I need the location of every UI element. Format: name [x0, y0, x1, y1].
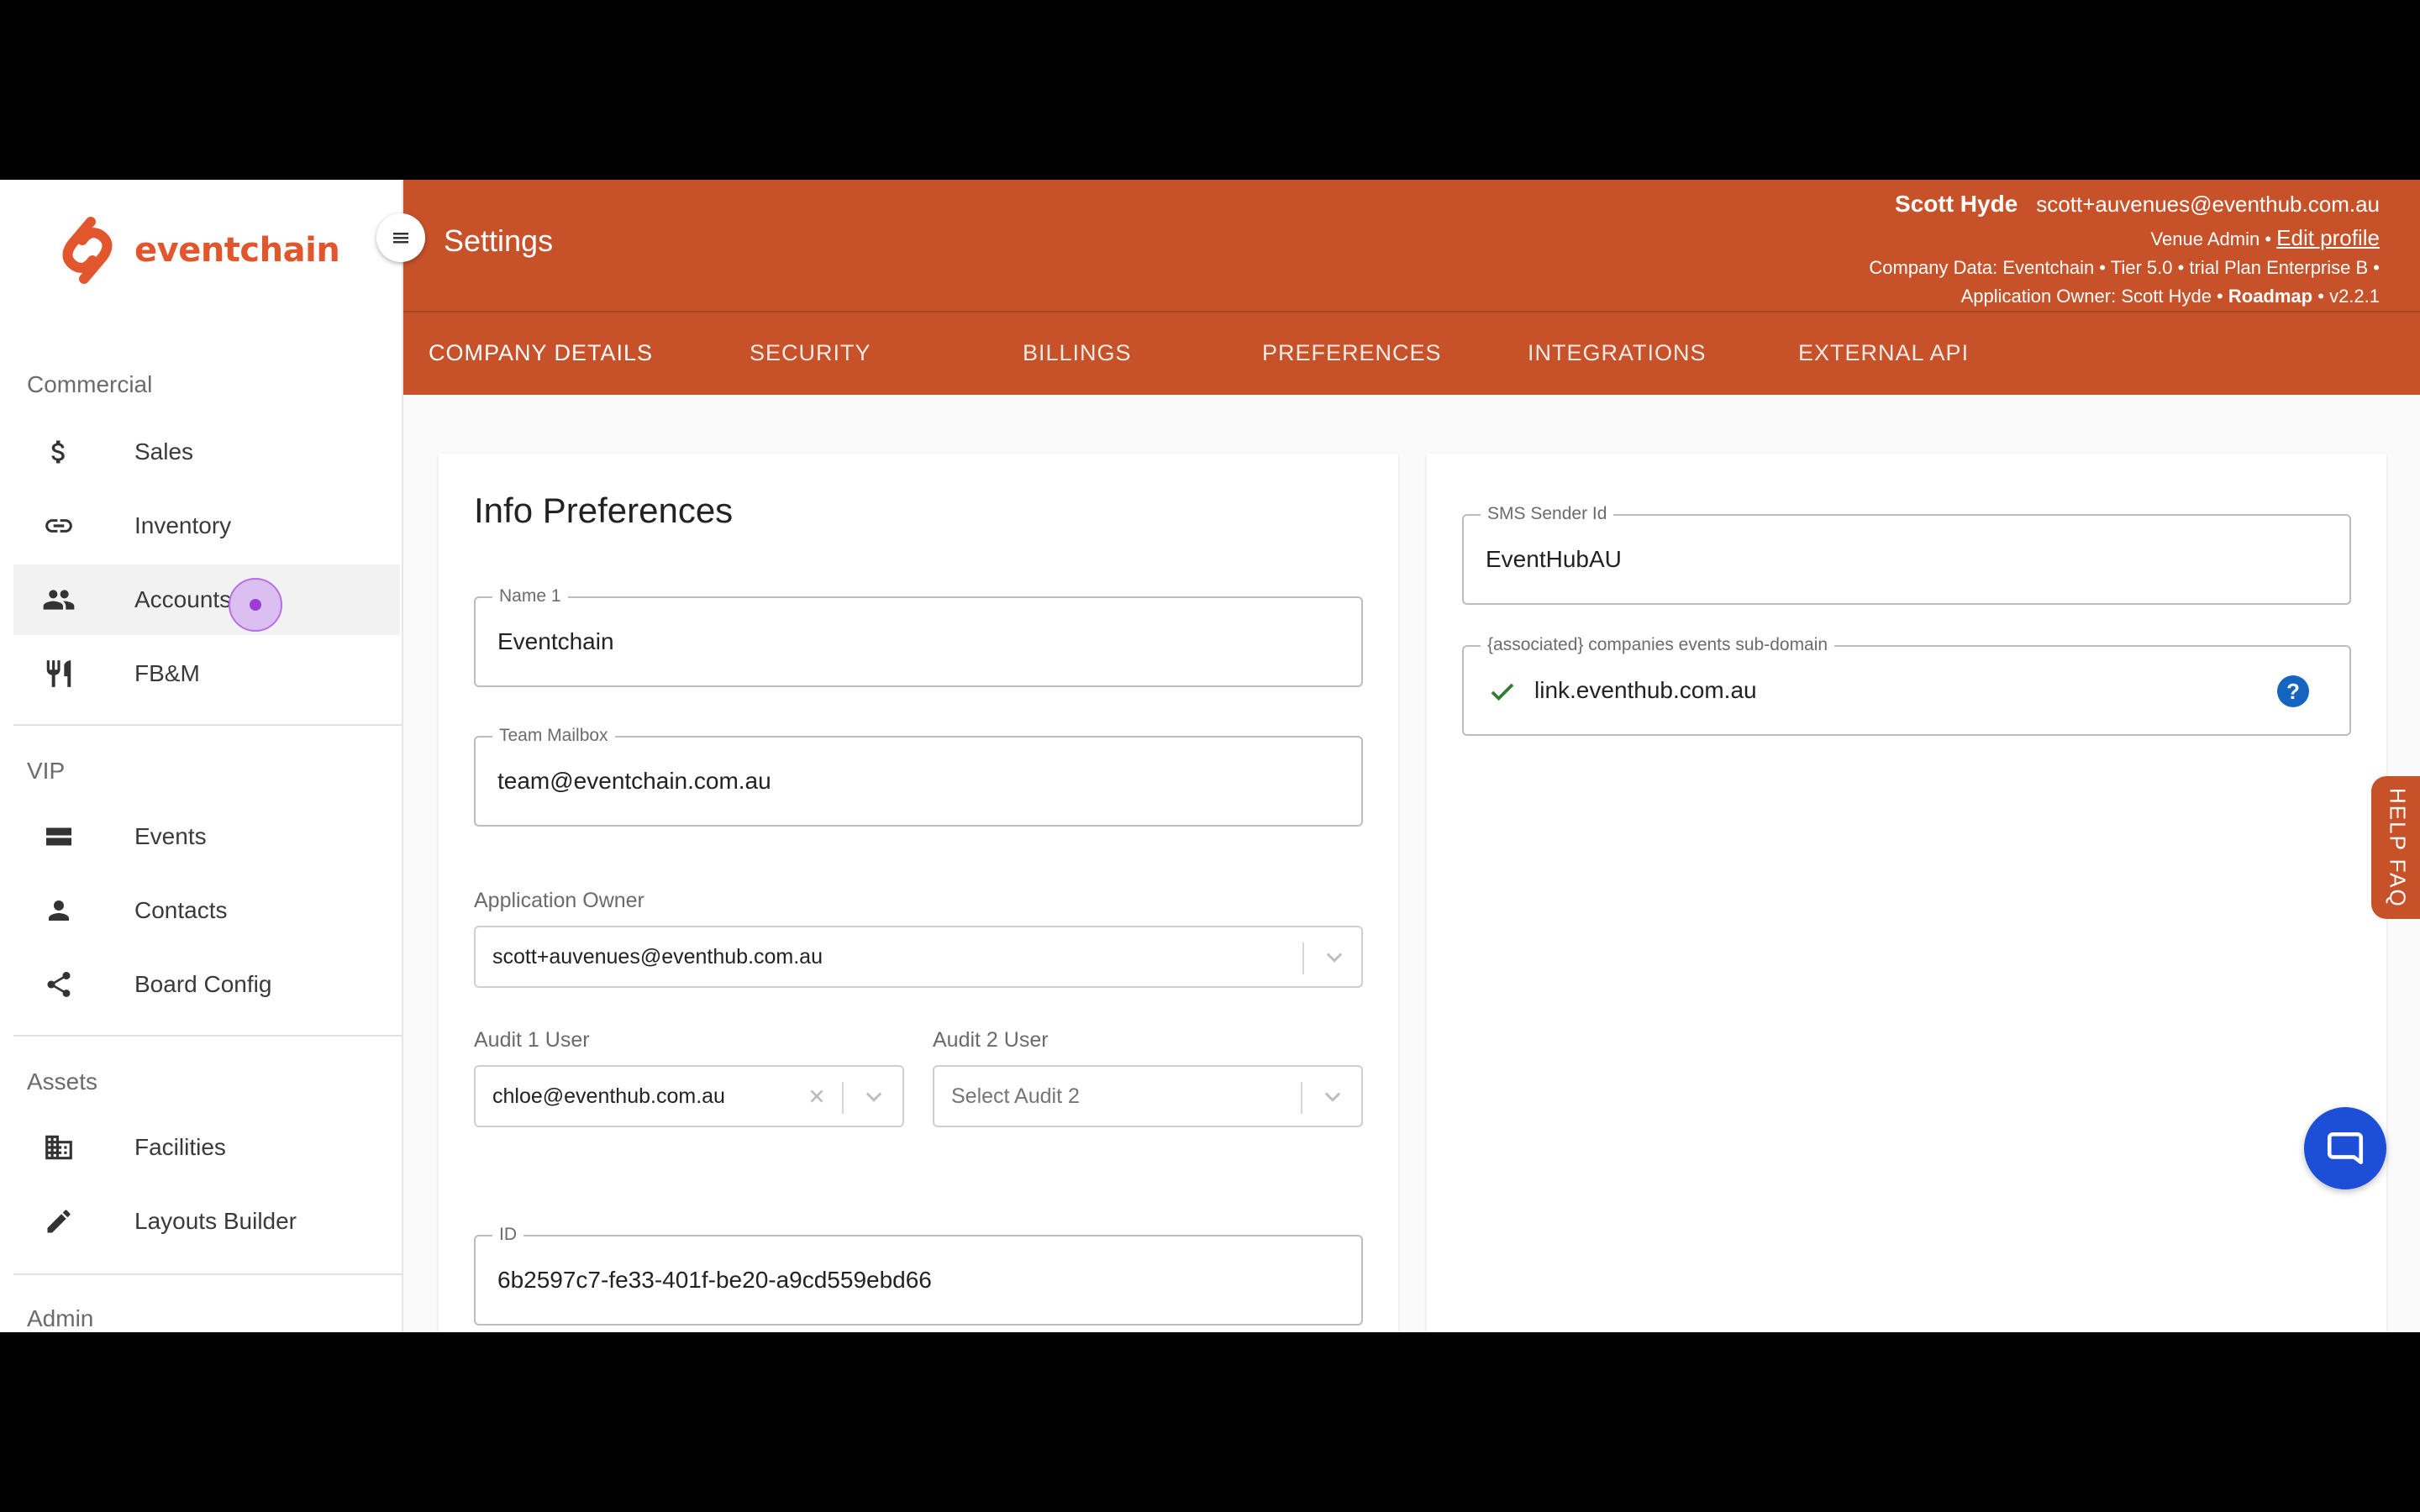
pencil-icon	[42, 1205, 76, 1238]
restaurant-icon	[42, 657, 76, 690]
sidebar-item-sales[interactable]: Sales	[13, 417, 400, 487]
help-faq-label: HELP FAQ	[2385, 787, 2411, 908]
audit1-select[interactable]: chloe@eventhub.com.au	[474, 1065, 904, 1127]
user-email: scott+auvenues@eventhub.com.au	[2036, 192, 2380, 217]
field-value: EventHubAU	[1486, 546, 1622, 572]
help-faq-tab[interactable]: HELP FAQ	[2371, 776, 2420, 919]
field-value: 6b2597c7-fe33-401f-be20-a9cd559ebd66	[497, 1267, 932, 1293]
tab-billings[interactable]: BILLINGS	[1023, 312, 1132, 393]
link-icon	[42, 509, 76, 543]
menu-icon	[393, 233, 408, 244]
sidebar-item-inventory[interactable]: Inventory	[13, 491, 400, 561]
audit1-label: Audit 1 User	[474, 1028, 590, 1052]
application-owner-select[interactable]: scott+auvenues@eventhub.com.au	[474, 926, 1363, 988]
tab-external-api[interactable]: EXTERNAL API	[1798, 312, 1969, 393]
chevron-down-icon[interactable]	[1304, 927, 1365, 986]
sidebar-divider	[13, 1035, 402, 1037]
sidebar-item-label: Board Config	[134, 971, 272, 997]
eventchain-logo-icon	[62, 217, 113, 284]
user-info: Scott Hyde scott+auvenues@eventhub.com.au…	[1869, 185, 2380, 311]
header-bar: Settings Scott Hyde scott+auvenues@eventh…	[403, 180, 2420, 395]
field-value: Eventchain	[497, 628, 614, 654]
sidebar-item-label: Events	[134, 823, 207, 849]
user-name: Scott Hyde	[1895, 191, 2018, 217]
tab-integrations[interactable]: INTEGRATIONS	[1528, 312, 1707, 393]
person-icon	[42, 894, 76, 927]
share-icon	[42, 968, 76, 1001]
roadmap-link[interactable]: Roadmap	[2228, 286, 2312, 307]
dollar-icon	[42, 435, 76, 469]
tab-security[interactable]: SECURITY	[750, 312, 871, 393]
section-title-vip: VIP	[27, 758, 66, 784]
field-value: link.eventhub.com.au	[1534, 677, 1757, 703]
sidebar-item-board-config[interactable]: Board Config	[13, 949, 400, 1020]
company-data-line: Company Data: Eventchain • Tier 5.0 • tr…	[1869, 257, 2380, 278]
sidebar-divider	[13, 724, 402, 726]
sidebar-divider	[13, 1273, 402, 1275]
team-mailbox-field[interactable]: Team Mailbox team@eventchain.com.au	[474, 726, 1363, 827]
sms-sender-id-field[interactable]: SMS Sender Id EventHubAU	[1462, 504, 2351, 605]
application-owner-label: Application Owner	[474, 889, 644, 912]
sidebar-item-label: Facilities	[134, 1134, 226, 1160]
help-icon[interactable]: ?	[2277, 675, 2309, 707]
app-version: • v2.2.1	[2317, 286, 2380, 307]
check-icon	[1487, 677, 1518, 711]
audit2-select[interactable]: Select Audit 2	[933, 1065, 1363, 1127]
section-title-assets: Assets	[27, 1068, 98, 1095]
edit-profile-link[interactable]: Edit profile	[2276, 225, 2380, 250]
sidebar: eventchain Commercial Sales Inventory Ac…	[0, 180, 403, 1332]
sidebar-item-events[interactable]: Events	[13, 801, 400, 872]
select-value: scott+auvenues@eventhub.com.au	[492, 944, 823, 969]
sidebar-item-label: FB&M	[134, 660, 200, 686]
events-icon	[42, 820, 76, 853]
sidebar-item-label: Inventory	[134, 512, 232, 538]
sms-settings-card: SMS Sender Id EventHubAU {associated} co…	[1427, 454, 2386, 1332]
people-icon	[42, 583, 76, 617]
sidebar-toggle-button[interactable]	[376, 213, 425, 262]
mouse-cursor-indicator	[229, 578, 282, 632]
chat-launcher-button[interactable]	[2304, 1107, 2386, 1189]
brand-name: eventchain	[134, 231, 340, 270]
app-window: eventchain Commercial Sales Inventory Ac…	[0, 180, 2420, 1332]
sidebar-item-label: Accounts	[134, 586, 232, 612]
sidebar-item-layouts-builder[interactable]: Layouts Builder	[13, 1186, 400, 1257]
chevron-down-icon[interactable]	[844, 1067, 904, 1126]
audit2-label: Audit 2 User	[933, 1028, 1049, 1052]
building-icon	[42, 1131, 76, 1164]
chevron-down-icon[interactable]	[1302, 1067, 1363, 1126]
page-title: Settings	[444, 223, 554, 258]
card-title: Info Preferences	[474, 491, 734, 530]
subdomain-field[interactable]: {associated} companies events sub-domain…	[1462, 635, 2351, 736]
sidebar-item-contacts[interactable]: Contacts	[13, 875, 400, 946]
select-value: chloe@eventhub.com.au	[492, 1084, 725, 1108]
select-placeholder: Select Audit 2	[951, 1084, 1080, 1108]
application-owner-line: Application Owner: Scott Hyde •	[1960, 286, 2223, 307]
tab-preferences[interactable]: PREFERENCES	[1262, 312, 1442, 393]
sidebar-item-label: Sales	[134, 438, 194, 465]
section-title-commercial: Commercial	[27, 371, 153, 397]
main-content: Info Preferences Name 1 Eventchain Team …	[403, 395, 2420, 1332]
field-value: team@eventchain.com.au	[497, 768, 771, 794]
clear-icon[interactable]	[795, 1067, 839, 1126]
id-field[interactable]: ID 6b2597c7-fe33-401f-be20-a9cd559ebd66	[474, 1225, 1363, 1326]
sidebar-item-facilities[interactable]: Facilities	[13, 1112, 400, 1183]
section-title-admin: Admin	[27, 1305, 94, 1331]
brand-logo[interactable]: eventchain	[54, 210, 340, 291]
info-preferences-card: Info Preferences Name 1 Eventchain Team …	[439, 454, 1398, 1332]
sidebar-item-label: Layouts Builder	[134, 1208, 297, 1234]
sidebar-item-fbm[interactable]: FB&M	[13, 638, 400, 709]
chat-icon	[2327, 1132, 2364, 1164]
sidebar-item-accounts[interactable]: Accounts	[13, 564, 400, 635]
settings-tabs: COMPANY DETAILS SECURITY BILLINGS PREFER…	[403, 311, 2420, 396]
name1-field[interactable]: Name 1 Eventchain	[474, 586, 1363, 687]
sidebar-item-label: Contacts	[134, 897, 228, 923]
tab-company-details[interactable]: COMPANY DETAILS	[429, 312, 653, 393]
user-role: Venue Admin •	[2150, 228, 2272, 249]
